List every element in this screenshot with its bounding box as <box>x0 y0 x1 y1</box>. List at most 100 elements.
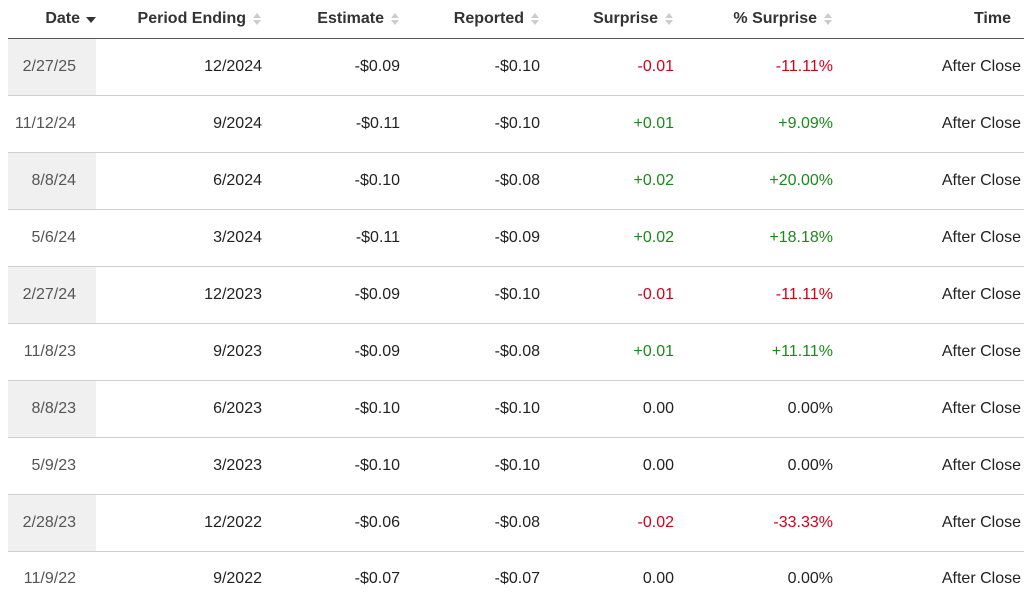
cell-surprise: +0.01 <box>540 324 674 381</box>
cell-estimate: -$0.09 <box>262 324 400 381</box>
sort-both-icon <box>664 11 674 27</box>
cell-pct-surprise: -11.11% <box>674 267 833 324</box>
cell-date: 11/12/24 <box>8 96 96 153</box>
column-header-label: Estimate <box>317 10 384 28</box>
column-header-pct-surprise[interactable]: % Surprise <box>674 0 833 39</box>
cell-date: 5/9/23 <box>8 438 96 495</box>
column-header-time: Time <box>833 0 1024 39</box>
cell-time: After Close <box>833 381 1024 438</box>
sort-control-reported[interactable]: Reported <box>454 10 540 28</box>
sort-control-pct-surprise[interactable]: % Surprise <box>733 10 833 28</box>
table-row: 2/28/2312/2022-$0.06-$0.08-0.02-33.33%Af… <box>8 495 1024 552</box>
cell-surprise: +0.01 <box>540 96 674 153</box>
cell-estimate: -$0.06 <box>262 495 400 552</box>
cell-reported: -$0.09 <box>400 210 540 267</box>
cell-time: After Close <box>833 210 1024 267</box>
cell-surprise: -0.01 <box>540 39 674 96</box>
cell-estimate: -$0.11 <box>262 96 400 153</box>
cell-estimate: -$0.10 <box>262 153 400 210</box>
cell-period-ending: 12/2022 <box>96 495 262 552</box>
table-row: 5/9/233/2023-$0.10-$0.100.000.00%After C… <box>8 438 1024 495</box>
sort-control-date[interactable]: Date <box>45 10 96 28</box>
cell-period-ending: 3/2024 <box>96 210 262 267</box>
cell-time: After Close <box>833 96 1024 153</box>
column-header-label: Reported <box>454 10 524 28</box>
cell-reported: -$0.10 <box>400 267 540 324</box>
cell-estimate: -$0.09 <box>262 39 400 96</box>
table-header: Date Period Ending <box>8 0 1024 39</box>
table-row: 11/8/239/2023-$0.09-$0.08+0.01+11.11%Aft… <box>8 324 1024 381</box>
cell-reported: -$0.10 <box>400 96 540 153</box>
cell-estimate: -$0.11 <box>262 210 400 267</box>
column-header-estimate[interactable]: Estimate <box>262 0 400 39</box>
cell-estimate: -$0.09 <box>262 267 400 324</box>
cell-date: 8/8/24 <box>8 153 96 210</box>
cell-pct-surprise: +18.18% <box>674 210 833 267</box>
cell-period-ending: 9/2024 <box>96 96 262 153</box>
cell-date: 2/27/24 <box>8 267 96 324</box>
cell-estimate: -$0.10 <box>262 381 400 438</box>
cell-time: After Close <box>833 39 1024 96</box>
cell-period-ending: 6/2024 <box>96 153 262 210</box>
earnings-table: Date Period Ending <box>8 0 1024 606</box>
cell-reported: -$0.08 <box>400 324 540 381</box>
cell-date: 5/6/24 <box>8 210 96 267</box>
sort-both-icon <box>390 11 400 27</box>
table-row: 8/8/236/2023-$0.10-$0.100.000.00%After C… <box>8 381 1024 438</box>
sort-desc-icon <box>86 12 96 26</box>
column-header-label: Date <box>45 10 80 28</box>
cell-time: After Close <box>833 438 1024 495</box>
cell-reported: -$0.08 <box>400 495 540 552</box>
earnings-history-panel: Date Period Ending <box>0 0 1024 598</box>
cell-surprise: 0.00 <box>540 438 674 495</box>
table-row: 11/12/249/2024-$0.11-$0.10+0.01+9.09%Aft… <box>8 96 1024 153</box>
table-body: 2/27/2512/2024-$0.09-$0.10-0.01-11.11%Af… <box>8 39 1024 606</box>
cell-reported: -$0.10 <box>400 39 540 96</box>
cell-period-ending: 9/2023 <box>96 324 262 381</box>
cell-date: 2/27/25 <box>8 39 96 96</box>
cell-surprise: +0.02 <box>540 153 674 210</box>
cell-pct-surprise: 0.00% <box>674 381 833 438</box>
cell-time: After Close <box>833 324 1024 381</box>
cell-period-ending: 3/2023 <box>96 438 262 495</box>
column-header-period-ending[interactable]: Period Ending <box>96 0 262 39</box>
cell-time: After Close <box>833 495 1024 552</box>
cell-estimate: -$0.10 <box>262 438 400 495</box>
column-header-label: % Surprise <box>733 10 817 28</box>
cell-pct-surprise: +9.09% <box>674 96 833 153</box>
cell-pct-surprise: +20.00% <box>674 153 833 210</box>
cell-surprise: -0.02 <box>540 495 674 552</box>
sort-both-icon <box>823 11 833 27</box>
cell-period-ending: 12/2024 <box>96 39 262 96</box>
cell-surprise: 0.00 <box>540 381 674 438</box>
cell-reported: -$0.10 <box>400 438 540 495</box>
cell-date: 8/8/23 <box>8 381 96 438</box>
column-header-label: Time <box>974 10 1011 27</box>
column-header-surprise[interactable]: Surprise <box>540 0 674 39</box>
sort-control-estimate[interactable]: Estimate <box>317 10 400 28</box>
cell-reported: -$0.08 <box>400 153 540 210</box>
cell-pct-surprise: -33.33% <box>674 495 833 552</box>
column-header-reported[interactable]: Reported <box>400 0 540 39</box>
cell-period-ending: 12/2023 <box>96 267 262 324</box>
cell-period-ending: 6/2023 <box>96 381 262 438</box>
table-row: 5/6/243/2024-$0.11-$0.09+0.02+18.18%Afte… <box>8 210 1024 267</box>
sort-control-period-ending[interactable]: Period Ending <box>138 10 262 28</box>
column-header-label: Surprise <box>593 10 658 28</box>
cell-pct-surprise: +11.11% <box>674 324 833 381</box>
table-row: 2/27/2412/2023-$0.09-$0.10-0.01-11.11%Af… <box>8 267 1024 324</box>
cell-surprise: +0.02 <box>540 210 674 267</box>
sort-control-surprise[interactable]: Surprise <box>593 10 674 28</box>
sort-both-icon <box>252 11 262 27</box>
cell-pct-surprise: -11.11% <box>674 39 833 96</box>
table-row: 2/27/2512/2024-$0.09-$0.10-0.01-11.11%Af… <box>8 39 1024 96</box>
cell-reported: -$0.10 <box>400 381 540 438</box>
column-header-label: Period Ending <box>138 10 246 28</box>
cell-time: After Close <box>833 153 1024 210</box>
cell-pct-surprise: 0.00% <box>674 438 833 495</box>
cell-date: 11/8/23 <box>8 324 96 381</box>
column-header-date[interactable]: Date <box>8 0 96 39</box>
cell-date: 2/28/23 <box>8 495 96 552</box>
sort-both-icon <box>530 11 540 27</box>
cell-time: After Close <box>833 267 1024 324</box>
